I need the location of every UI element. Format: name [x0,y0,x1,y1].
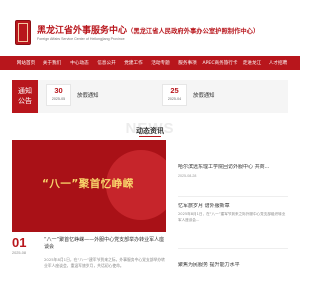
notice-title[interactable]: 放假通知 [193,91,215,99]
notice-label: 通知 公告 [12,80,38,113]
site-title-sub: （黑龙江省人民政府外事办公室护照制作中心） [127,28,260,35]
site-english-title: Foreign Affairs Service Center of Heilon… [37,37,125,41]
news-date: 2025-08-28 [178,174,197,178]
date-day: 30 [54,86,63,95]
site-header: 黑龙江省外事服务中心（黑龙江省人民政府外事办公室护照制作中心） Foreign … [0,0,300,54]
featured-date: 01 2025-08 [12,236,42,256]
featured-news-summary: 2025年8月1日，在“八一”建军节到来之际，外事服务中心党支部举办转业军人座谈… [44,257,165,268]
featured-day: 01 [12,235,27,250]
news-list-item[interactable]: 忆军旅岁月 谱外服新章 2025年8月1日，在“八一”建军节到来之际外服中心党支… [178,203,288,223]
notice-item[interactable]: 30 2025-05 放假通知 [46,82,156,110]
notice-label-line2: 公告 [18,97,32,105]
nav-item-apec[interactable]: APEC商务旅行卡 [201,60,239,66]
section-heading: NEWS 动态资讯 [0,120,300,138]
news-list-item[interactable]: 哈尔滨远东理工学院回访外服中心 共商... 2025-08-28 [178,164,288,179]
featured-image-text: “八一”聚首忆峥嵘 [42,178,134,190]
section-title: 动态资讯 [136,127,164,135]
date-badge: 25 2025-04 [162,84,187,106]
date-day: 25 [170,86,179,95]
notice-label-line1: 通知 [18,87,32,95]
nav-item-about[interactable]: 关于我们 [38,60,66,66]
featured-news-title[interactable]: “八一”聚首忆峥嵘——外服中心党支部举办转业军人座谈会 [44,237,168,251]
nav-item-disclosure[interactable]: 信息公开 [93,60,120,66]
featured-year-month: 2025-08 [12,251,26,255]
nav-item-topics[interactable]: 活动专题 [147,60,174,66]
nav-item-home[interactable]: 网站首页 [14,60,38,66]
notice-title[interactable]: 放假通知 [77,91,99,99]
news-summary: 2025年8月1日，在“八一”建军节到来之际外服中心党支部组织转业军人座谈会..… [178,212,286,222]
notice-item[interactable]: 25 2025-04 放假通知 [162,82,272,110]
nav-item-jobs[interactable]: 人才招聘 [265,60,291,66]
date-year-month: 2025-05 [51,97,66,101]
news-title[interactable]: 忆军旅岁月 谱外服新章 [178,203,288,210]
nav-item-party[interactable]: 党建工作 [120,60,147,66]
news-title[interactable]: 聚焦为民服务 提升能力水平 [178,262,288,269]
news-divider [178,196,288,197]
nav-item-longjiang[interactable]: 走进龙江 [239,60,265,66]
date-year-month: 2025-04 [167,97,182,101]
nav-item-services[interactable]: 服务事项 [174,60,201,66]
site-title-main: 黑龙江省外事服务中心 [37,26,128,36]
featured-news-image[interactable]: “八一”聚首忆峥嵘 [12,140,166,232]
main-nav: 网站首页 关于我们 中心动态 信息公开 党建工作 活动专题 服务事项 APEC商… [0,56,300,70]
nav-item-news[interactable]: 中心动态 [66,60,93,66]
news-title[interactable]: 哈尔滨远东理工学院回访外服中心 共商... [178,164,288,171]
seal-logo-icon[interactable] [15,20,31,45]
notice-bar: 通知 公告 30 2025-05 放假通知 25 2025-04 放假通知 [12,80,288,113]
section-underline [139,136,161,137]
news-divider [178,248,288,249]
news-list-item[interactable]: 聚焦为民服务 提升能力水平 [178,262,288,269]
date-badge: 30 2025-05 [46,84,71,106]
site-title[interactable]: 黑龙江省外事服务中心（黑龙江省人民政府外事办公室护照制作中心） [37,23,259,36]
